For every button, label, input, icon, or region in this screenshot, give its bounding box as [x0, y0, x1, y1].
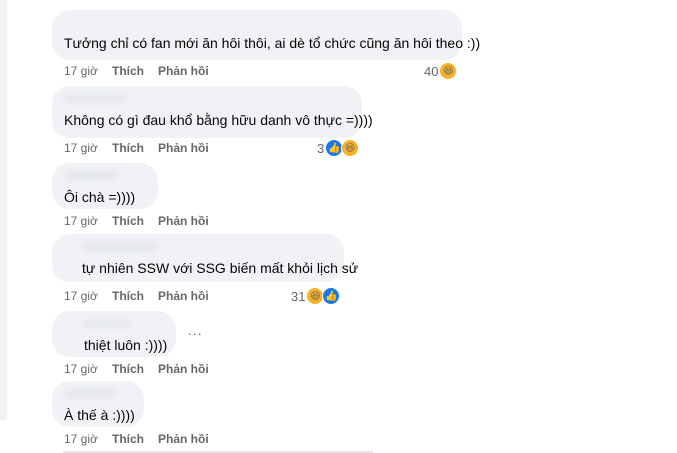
comment-bubble: tự nhiên SSW với SSG biến mất khỏi lịch … — [52, 234, 359, 282]
reply-button[interactable]: Phản hồi — [158, 289, 209, 303]
comment-bubble: À thế à :)))) — [52, 381, 144, 427]
blurred-author-name — [64, 171, 118, 180]
like-icon: 👍 — [322, 287, 341, 305]
comment: tự nhiên SSW với SSG biến mất khỏi lịch … — [52, 234, 359, 282]
comment-text: thiệt luôn :)))) — [84, 337, 168, 353]
blurred-author-name — [82, 242, 158, 251]
comment: Không có gì đau khổ bằng hữu danh vô thự… — [52, 86, 373, 138]
comment-text: tự nhiên SSW với SSG biến mất khỏi lịch … — [82, 260, 359, 276]
comment-time[interactable]: 17 giờ — [64, 214, 98, 228]
blurred-author-name — [64, 94, 126, 103]
comment-time[interactable]: 17 giờ — [64, 141, 98, 155]
haha-icon: 😆 — [439, 62, 458, 80]
comment-time[interactable]: 17 giờ — [64, 289, 98, 303]
reaction-count: 3 — [317, 140, 325, 156]
comment-bubble: Ôi chà =)))) — [52, 163, 158, 209]
reply-button[interactable]: Phản hồi — [158, 141, 209, 155]
reaction-summary[interactable]: 3 👍 😆 — [317, 139, 360, 157]
comment-text: Tưởng chỉ có fan mới ăn hôi thôi, ai dè … — [64, 35, 481, 51]
comment: Ôi chà =)))) — [52, 163, 158, 209]
comment: Tưởng chỉ có fan mới ăn hôi thôi, ai dè … — [52, 10, 481, 60]
comment-bubble: thiệt luôn :)))) — [52, 311, 176, 357]
left-border-strip — [0, 0, 7, 420]
reply-button[interactable]: Phản hồi — [158, 64, 209, 78]
more-options-button[interactable]: ... — [188, 322, 203, 338]
blurred-author-name — [84, 319, 132, 328]
reply-button[interactable]: Phản hồi — [158, 362, 209, 376]
comment-time[interactable]: 17 giờ — [64, 432, 98, 446]
comment-bubble: Không có gì đau khổ bằng hữu danh vô thự… — [52, 86, 373, 138]
comment: thiệt luôn :)))) — [52, 311, 176, 357]
like-button[interactable]: Thích — [112, 141, 144, 155]
comment: À thế à :)))) — [52, 381, 144, 427]
like-button[interactable]: Thích — [112, 214, 144, 228]
reaction-summary[interactable]: 31 😆 👍 — [291, 287, 341, 305]
comment-text: À thế à :)))) — [64, 407, 135, 423]
reply-button[interactable]: Phản hồi — [158, 432, 209, 446]
comment-text: Ôi chà =)))) — [64, 189, 136, 205]
reaction-count: 31 — [291, 288, 306, 304]
comment-bubble: Tưởng chỉ có fan mới ăn hôi thôi, ai dè … — [52, 10, 481, 60]
comment-time[interactable]: 17 giờ — [64, 362, 98, 376]
reaction-count: 40 — [424, 63, 439, 79]
like-button[interactable]: Thích — [112, 289, 144, 303]
comment-text: Không có gì đau khổ bằng hữu danh vô thự… — [64, 112, 373, 128]
reply-button[interactable]: Phản hồi — [158, 214, 209, 228]
reaction-summary[interactable]: 40 😆 — [424, 62, 458, 80]
like-button[interactable]: Thích — [112, 362, 144, 376]
blurred-author-name — [64, 389, 116, 398]
like-button[interactable]: Thích — [112, 432, 144, 446]
like-button[interactable]: Thích — [112, 64, 144, 78]
comment-time[interactable]: 17 giờ — [64, 64, 98, 78]
haha-icon: 😆 — [341, 139, 360, 157]
